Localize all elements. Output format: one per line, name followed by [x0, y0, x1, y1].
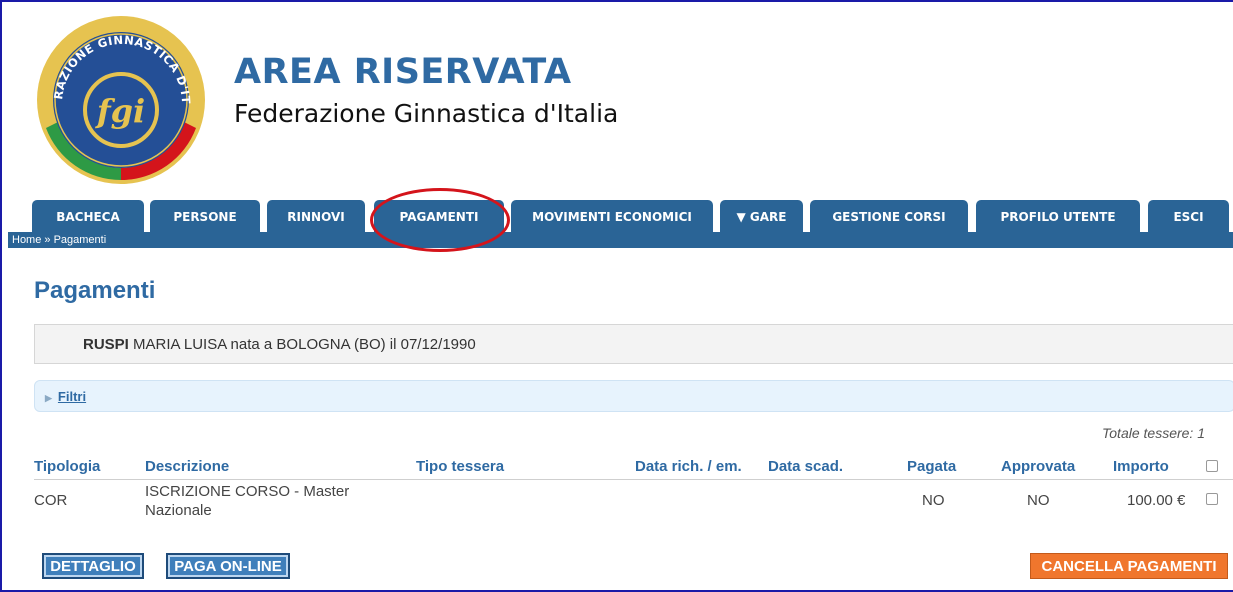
tab-movimenti-economici[interactable]: MOVIMENTI ECONOMICI [511, 200, 713, 234]
col-data-scad: Data scad. [768, 458, 844, 475]
fgi-logo: FEDERAZIONE GINNASTICA D'ITALIA fgi [32, 12, 205, 184]
person-details: MARIA LUISA nata a BOLOGNA (BO) il 07/12… [133, 336, 476, 353]
cell-tipologia: COR [34, 492, 68, 509]
dettaglio-button[interactable]: DETTAGLIO [42, 553, 144, 579]
cell-pagata: NO [922, 492, 945, 509]
person-surname: RUSPI [83, 336, 129, 353]
cell-descrizione-line2: Nazionale [145, 502, 212, 519]
col-descrizione: Descrizione [145, 458, 230, 475]
brand-title: AREA RISERVATA [234, 52, 572, 92]
highlight-circle [370, 188, 510, 252]
tab-esci[interactable]: ESCI [1148, 200, 1229, 234]
col-tipo-tessera: Tipo tessera [416, 458, 505, 475]
page-title: Pagamenti [34, 277, 156, 304]
col-pagata: Pagata [907, 458, 957, 475]
caret-right-icon: ▶ [45, 393, 52, 403]
nav-bar [8, 232, 1233, 248]
person-info-box: RUSPI MARIA LUISA nata a BOLOGNA (BO) il… [34, 324, 1233, 364]
row-select-checkbox[interactable] [1206, 493, 1218, 505]
cell-importo: 100.00 € [1127, 492, 1186, 509]
tab-gestione-corsi[interactable]: GESTIONE CORSI [810, 200, 968, 234]
page-frame: FEDERAZIONE GINNASTICA D'ITALIA fgi AREA… [0, 0, 1233, 592]
col-data-rich: Data rich. / em. [635, 458, 742, 475]
cell-approvata: NO [1027, 492, 1050, 509]
paga-online-button[interactable]: PAGA ON-LINE [166, 553, 290, 579]
header-divider [34, 479, 1233, 480]
col-approvata: Approvata [1001, 458, 1076, 475]
select-all-checkbox[interactable] [1206, 460, 1218, 472]
col-tipologia: Tipologia [34, 458, 101, 475]
tab-gare[interactable]: ▼ GARE [720, 200, 803, 234]
cell-descrizione-line1: ISCRIZIONE CORSO - Master [145, 483, 350, 500]
cancella-pagamenti-button[interactable]: CANCELLA PAGAMENTI [1030, 553, 1228, 579]
tab-profilo-utente[interactable]: PROFILO UTENTE [976, 200, 1140, 234]
breadcrumb: Home » Pagamenti [12, 234, 107, 246]
filters-toggle[interactable]: ▶ Filtri [34, 380, 1233, 412]
brand-subtitle: Federazione Ginnastica d'Italia [234, 99, 619, 128]
totals-label: Totale tessere: 1 [1102, 425, 1205, 441]
tab-bacheca[interactable]: BACHECA [32, 200, 144, 234]
logo-mark: fgi [95, 92, 145, 130]
col-importo: Importo [1113, 458, 1169, 475]
filters-label[interactable]: Filtri [58, 389, 86, 404]
tab-persone[interactable]: PERSONE [150, 200, 260, 234]
tab-rinnovi[interactable]: RINNOVI [267, 200, 365, 234]
